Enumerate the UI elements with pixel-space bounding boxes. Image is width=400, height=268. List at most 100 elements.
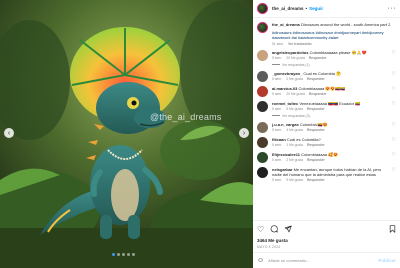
header-separator: • bbox=[305, 6, 308, 11]
comment-username[interactable]: al.marcius.03 bbox=[272, 86, 297, 91]
divider bbox=[272, 115, 280, 116]
caption: the_ai_dreams Dinosaurs around the world… bbox=[257, 22, 396, 46]
heart-outline-icon[interactable]: ♡ bbox=[392, 152, 396, 158]
heart-outline-icon[interactable]: ♡ bbox=[392, 101, 396, 107]
heart-outline-icon[interactable]: ♡ bbox=[392, 50, 396, 56]
more-options-icon[interactable]: ··· bbox=[388, 5, 397, 12]
comment-item: j.u.a.n_vargas Colombia 🇨🇴😍 5 sem. 4 Me gu… bbox=[257, 121, 396, 133]
comment-time: 5 sem. bbox=[272, 178, 283, 183]
avatar[interactable] bbox=[257, 121, 268, 133]
comment-item: al.marcius.03 Colombiaaaaa 😍😍🇨🇴🇨🇴 5 sem. 2… bbox=[257, 85, 396, 97]
watermark-text: @the_ai_dreams bbox=[150, 112, 222, 122]
view-replies-label[interactable]: Ver respuestas (3) bbox=[282, 114, 310, 118]
comment-time: 5 sem. bbox=[272, 76, 283, 81]
heart-outline-icon[interactable]: ♡ bbox=[392, 167, 396, 173]
reply-button[interactable]: Responder bbox=[309, 56, 327, 60]
comment-likes[interactable]: 20 Me gusta bbox=[286, 92, 305, 96]
comment-username[interactable]: filicaan bbox=[272, 137, 286, 142]
caption-text: Dinosaurs around the world - south Ameri… bbox=[301, 22, 391, 27]
header-username[interactable]: the_ai_dreams bbox=[272, 6, 304, 11]
comment-item: Elijessicalee11 Colombiaaaaa 🥰😍 5 sem. 2 M… bbox=[257, 151, 396, 163]
avatar[interactable] bbox=[257, 151, 268, 163]
bookmark-icon[interactable] bbox=[389, 225, 396, 235]
chevron-left-icon[interactable]: ‹ bbox=[4, 128, 14, 138]
carousel-dot bbox=[122, 253, 125, 256]
reply-button[interactable]: Responder bbox=[307, 178, 325, 182]
reply-button[interactable]: Responder bbox=[307, 128, 325, 132]
avatar[interactable] bbox=[257, 49, 268, 61]
comment-text: Cual es Colombia 🤔 bbox=[303, 70, 342, 76]
reply-button[interactable]: Responder bbox=[309, 92, 327, 96]
reply-button[interactable]: Responder bbox=[307, 143, 325, 147]
comments-list[interactable]: the_ai_dreams Dinosaurs around the world… bbox=[253, 18, 400, 220]
comment-likes[interactable]: 9 Me gusta bbox=[286, 178, 303, 182]
post-media[interactable]: @the_ai_dreams ‹ › bbox=[0, 0, 253, 268]
post-date: MAYO 4 2024 bbox=[257, 245, 281, 249]
chevron-right-icon[interactable]: › bbox=[239, 128, 249, 138]
smiley-icon[interactable]: ☺ bbox=[257, 257, 264, 264]
comment-input[interactable]: Añade un comentario... bbox=[268, 258, 309, 263]
view-replies-link[interactable]: Ver respuestas (3) bbox=[272, 114, 396, 118]
comment-text: Colombiaaaaaa please 🥺🙏❤️ bbox=[309, 49, 367, 55]
post-header: the_ai_dreams • Seguir ··· bbox=[253, 0, 400, 18]
comment-time: 5 sem. bbox=[272, 55, 283, 60]
comment-text: Cuál es Colombia? bbox=[286, 136, 321, 142]
comment-username[interactable]: angelsleopardcitos bbox=[272, 50, 308, 55]
add-comment-bar: ☺ Añade un comentario... Publicar bbox=[253, 252, 400, 268]
heart-outline-icon[interactable]: ♡ bbox=[392, 137, 396, 143]
heart-outline-icon[interactable]: ♡ bbox=[392, 86, 396, 92]
carousel-dot bbox=[132, 253, 135, 256]
view-replies-label[interactable]: Ver respuestas (1) bbox=[282, 63, 310, 67]
comment-text: Colombiaaaaa 😍😍🇨🇴🇨🇴 bbox=[298, 85, 346, 91]
view-replies-link[interactable]: Ver respuestas (1) bbox=[272, 63, 396, 67]
divider bbox=[272, 64, 280, 65]
avatar[interactable] bbox=[257, 70, 268, 82]
comment-username[interactable]: j.u.a.n_vargas bbox=[272, 122, 299, 127]
caption-hashtags[interactable]: #dinosaurs #dinosaurus #dinosaur #midjou… bbox=[272, 30, 396, 40]
comment-likes[interactable]: 1 Me gusta bbox=[286, 143, 303, 147]
comment-item: _gomezbrayan_ Cual es Colombia 🤔 5 sem. 2 … bbox=[257, 70, 396, 82]
comment-time: 5 sem. bbox=[272, 127, 283, 132]
comment-time: 5 sem. bbox=[272, 142, 283, 147]
comment-likes[interactable]: 4 Me gusta bbox=[286, 128, 303, 132]
paper-plane-icon[interactable] bbox=[284, 225, 292, 235]
comment-likes[interactable]: 20 Me gusta bbox=[286, 56, 305, 60]
action-bar: ♡ 3464 Me gusta MAYO 4 2024 bbox=[253, 220, 400, 249]
heart-outline-icon[interactable]: ♡ bbox=[392, 122, 396, 128]
carousel-dot bbox=[112, 253, 115, 256]
comment-likes[interactable]: 9 Me gusta bbox=[286, 107, 303, 111]
heart-outline-icon[interactable]: ♡ bbox=[392, 71, 396, 77]
reply-button[interactable]: Responder bbox=[307, 107, 325, 111]
caption-time: 51 sem. bbox=[272, 41, 285, 46]
instagram-post-modal: @the_ai_dreams ‹ › the_ai_dreams • Segui… bbox=[0, 0, 400, 268]
comment-text: Colombiaaaaa 🥰😍 bbox=[301, 151, 339, 157]
publish-button[interactable]: Publicar bbox=[378, 258, 396, 263]
comment-bubble-icon[interactable] bbox=[270, 225, 279, 235]
avatar[interactable] bbox=[257, 3, 268, 14]
heart-outline-icon[interactable]: ♡ bbox=[257, 226, 264, 234]
comment-text: Colombia 🇨🇴😍 bbox=[299, 121, 328, 127]
carousel-indicator bbox=[112, 253, 135, 256]
avatar[interactable] bbox=[257, 100, 268, 112]
comment-username[interactable]: _gomezbrayan_ bbox=[272, 71, 302, 76]
avatar[interactable] bbox=[257, 136, 268, 148]
carousel-dot bbox=[117, 253, 120, 256]
follow-button[interactable]: Seguir bbox=[309, 6, 323, 11]
comment-username[interactable]: Elijessicalee11 bbox=[272, 152, 300, 157]
comment-likes[interactable]: 2 Me gusta bbox=[286, 158, 303, 162]
reply-button[interactable]: Responder bbox=[307, 158, 325, 162]
post-side-panel: the_ai_dreams • Seguir ··· the_ai_dreams… bbox=[253, 0, 400, 268]
translation-link[interactable]: Ver traducción bbox=[288, 42, 312, 46]
comment-likes[interactable]: 2 Me gusta bbox=[286, 77, 303, 81]
comment-time: 5 sem. bbox=[272, 91, 283, 96]
reply-button[interactable]: Responder bbox=[307, 77, 325, 81]
comment-time: 5 sem. bbox=[272, 157, 283, 162]
carousel-dot bbox=[127, 253, 130, 256]
avatar[interactable] bbox=[257, 22, 268, 33]
comment-username[interactable]: ronmel_toltec bbox=[272, 101, 298, 106]
avatar[interactable] bbox=[257, 166, 268, 178]
avatar[interactable] bbox=[257, 85, 268, 97]
caption-username[interactable]: the_ai_dreams bbox=[272, 22, 300, 27]
comment-item: nelsgarbar Me encantan, aunque todos hab… bbox=[257, 166, 396, 183]
likes-count[interactable]: 3464 Me gusta bbox=[257, 238, 396, 243]
